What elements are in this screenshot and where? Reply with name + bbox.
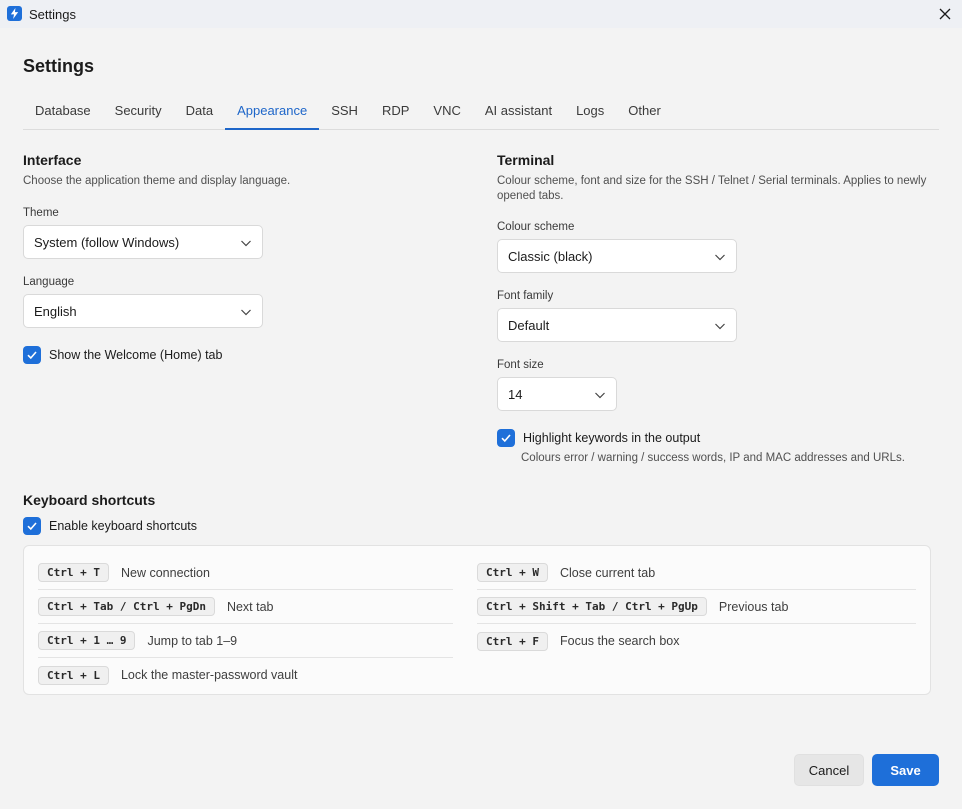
lightning-bolt-icon <box>7 6 22 21</box>
tab-logs[interactable]: Logs <box>564 93 616 129</box>
font-size-label: Font size <box>497 359 544 371</box>
save-button[interactable]: Save <box>872 754 939 786</box>
shortcut-row: Ctrl + Shift + Tab / Ctrl + PgUp Previou… <box>477 590 916 624</box>
chevron-down-icon <box>715 323 725 330</box>
tab-rdp[interactable]: RDP <box>370 93 421 129</box>
enable-shortcuts-checkbox[interactable]: Enable keyboard shortcuts <box>23 517 197 535</box>
shortcut-description: Previous tab <box>718 599 789 614</box>
chevron-down-icon <box>715 254 725 261</box>
chevron-down-icon <box>241 240 251 247</box>
checkmark-icon <box>23 346 41 364</box>
shortcut-row: Ctrl + T New connection <box>38 556 453 590</box>
font-family-select[interactable]: Default <box>497 308 737 342</box>
shortcut-description: Jump to tab 1–9 <box>147 633 238 648</box>
shortcut-description: Next tab <box>226 599 274 614</box>
highlight-keywords-help: Colours error / warning / success words,… <box>521 452 905 464</box>
terminal-section-subtitle-line2: opened tabs. <box>497 190 564 202</box>
shortcut-row: Ctrl + W Close current tab <box>477 556 916 590</box>
theme-label: Theme <box>23 207 59 219</box>
interface-section-subtitle: Choose the application theme and display… <box>23 175 291 187</box>
highlight-keywords-label: Highlight keywords in the output <box>523 431 701 445</box>
colour-scheme-select[interactable]: Classic (black) <box>497 239 737 273</box>
tab-security[interactable]: Security <box>103 93 174 129</box>
checkmark-icon <box>23 517 41 535</box>
font-family-value: Default <box>508 317 550 333</box>
tab-other[interactable]: Other <box>616 93 673 129</box>
shortcuts-left-column: Ctrl + T New connection Ctrl + Tab / Ctr… <box>38 556 453 692</box>
colour-scheme-label: Colour scheme <box>497 221 575 233</box>
tab-data[interactable]: Data <box>174 93 225 129</box>
shortcut-row: Ctrl + L Lock the master-password vault <box>38 658 453 692</box>
shortcut-keys: Ctrl + Tab / Ctrl + PgDn <box>38 597 215 616</box>
window-title: Settings <box>29 7 76 22</box>
close-button[interactable] <box>928 0 962 28</box>
shortcut-keys: Ctrl + 1 … 9 <box>38 631 136 650</box>
language-select[interactable]: English <box>23 294 263 328</box>
tab-bar: Database Security Data Appearance SSH RD… <box>23 93 939 130</box>
shortcut-row: Ctrl + F Focus the search box <box>477 624 916 658</box>
shortcut-keys: Ctrl + T <box>38 563 109 582</box>
theme-select[interactable]: System (follow Windows) <box>23 225 263 259</box>
shortcut-description: Close current tab <box>559 565 656 580</box>
shortcut-description: Focus the search box <box>559 634 680 648</box>
tab-database[interactable]: Database <box>23 93 103 129</box>
chevron-down-icon <box>241 309 251 316</box>
theme-select-value: System (follow Windows) <box>34 234 180 250</box>
shortcut-keys: Ctrl + W <box>477 563 548 582</box>
shortcuts-right-column: Ctrl + W Close current tab Ctrl + Shift … <box>477 556 916 658</box>
shortcut-row: Ctrl + Tab / Ctrl + PgDn Next tab <box>38 590 453 624</box>
page-title: Settings <box>23 56 95 76</box>
shortcuts-section-title: Keyboard shortcuts <box>23 492 156 508</box>
font-family-label: Font family <box>497 290 554 302</box>
tab-appearance[interactable]: Appearance <box>225 93 320 130</box>
title-bar: Settings <box>0 0 962 28</box>
language-select-value: English <box>34 303 77 319</box>
welcome-tab-checkbox[interactable]: Show the Welcome (Home) tab <box>23 346 222 364</box>
terminal-section-title: Terminal <box>497 152 555 168</box>
font-size-select[interactable]: 14 <box>497 377 617 411</box>
shortcut-keys: Ctrl + L <box>38 665 109 685</box>
font-size-value: 14 <box>508 386 523 402</box>
shortcuts-panel: Ctrl + T New connection Ctrl + Tab / Ctr… <box>23 545 931 695</box>
terminal-section-subtitle-line1: Colour scheme, font and size for the SSH… <box>497 175 927 187</box>
close-icon <box>939 8 951 20</box>
language-label: Language <box>23 276 75 288</box>
shortcut-keys: Ctrl + Shift + Tab / Ctrl + PgUp <box>477 597 707 616</box>
shortcut-description: Lock the master-password vault <box>120 668 298 682</box>
enable-shortcuts-label: Enable keyboard shortcuts <box>49 519 198 533</box>
chevron-down-icon <box>595 392 605 399</box>
colour-scheme-value: Classic (black) <box>508 248 593 264</box>
welcome-tab-label: Show the Welcome (Home) tab <box>49 348 223 362</box>
tab-ai-assistant[interactable]: AI assistant <box>473 93 564 129</box>
shortcut-keys: Ctrl + F <box>477 631 548 651</box>
highlight-keywords-checkbox[interactable]: Highlight keywords in the output <box>497 429 700 447</box>
shortcut-row: Ctrl + 1 … 9 Jump to tab 1–9 <box>38 624 453 658</box>
shortcut-description: New connection <box>120 565 210 580</box>
tab-vnc[interactable]: VNC <box>421 93 472 129</box>
interface-section-title: Interface <box>23 152 82 168</box>
checkmark-icon <box>497 429 515 447</box>
tab-ssh[interactable]: SSH <box>319 93 370 129</box>
cancel-button[interactable]: Cancel <box>794 754 864 786</box>
